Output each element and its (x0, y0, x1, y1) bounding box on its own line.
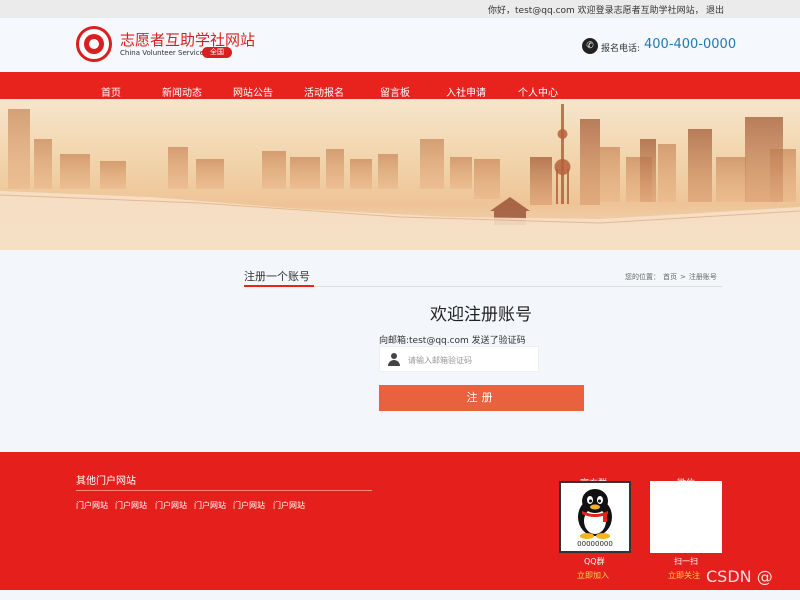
welcome-text: 你好，test@qq.com 欢迎登录志愿者互助学社网站， (488, 6, 704, 16)
breadcrumb: 您的位置： 首页 > 注册账号 (625, 272, 720, 282)
watermark-text: CSDN @ (706, 567, 773, 586)
qq-group-label: QQ群 (584, 557, 605, 566)
skyline-illustration (0, 104, 800, 250)
footer-link[interactable]: 门户网站 (76, 500, 108, 511)
section-title: 注册一个账号 (244, 270, 310, 283)
nav-item-message-board[interactable]: 留言板 (380, 84, 410, 99)
breadcrumb-prefix: 您的位置： (625, 273, 660, 281)
footer-link[interactable]: 门户网站 (194, 500, 226, 511)
nav-item-activity[interactable]: 活动报名 (304, 84, 344, 99)
qq-penguin-icon (578, 489, 612, 539)
follow-wechat-link[interactable]: 立即关注 (668, 570, 700, 581)
section-title-underline (244, 285, 314, 287)
qq-group-qrcode[interactable]: 00000000 (559, 481, 631, 553)
footer-link[interactable]: 门户网站 (233, 500, 265, 511)
phone-label: 报名电话: (601, 44, 641, 54)
breadcrumb-separator: > (680, 273, 686, 281)
phone-number: 400-400-0000 (644, 37, 737, 52)
footer-link[interactable]: 门户网站 (115, 500, 147, 511)
qq-group-number: 00000000 (577, 540, 613, 548)
verification-code-input[interactable] (408, 351, 536, 369)
wechat-label: 扫一扫 (674, 557, 698, 566)
nav-item-notice[interactable]: 网站公告 (233, 84, 273, 99)
site-subtitle: China Volunteer Service (120, 49, 204, 57)
breadcrumb-current: 注册账号 (688, 273, 717, 281)
verification-sent-message: 向邮箱:test@qq.com 发送了验证码 (379, 336, 526, 346)
site-badge: 全国 (202, 47, 232, 58)
breadcrumb-home[interactable]: 首页 (663, 273, 677, 281)
footer-link[interactable]: 门户网站 (155, 500, 187, 511)
user-icon (388, 353, 400, 366)
phone-icon: ✆ (582, 38, 598, 54)
nav-item-join[interactable]: 入社申请 (446, 84, 486, 99)
nav-item-news[interactable]: 新闻动态 (162, 84, 202, 99)
nav-item-profile[interactable]: 个人中心 (518, 84, 558, 99)
nav-item-home[interactable]: 首页 (101, 84, 121, 99)
footer-link[interactable]: 门户网站 (273, 500, 305, 511)
wechat-qrcode[interactable] (650, 481, 722, 553)
register-button[interactable]: 注册 (379, 385, 584, 411)
site-footer: 其他门户网站 门户网站 门户网站 门户网站 门户网站 门户网站 门户网站 官方群… (0, 452, 800, 600)
logout-link[interactable]: 退出 (706, 3, 724, 16)
verification-code-field (379, 346, 539, 372)
top-bar: 你好，test@qq.com 欢迎登录志愿者互助学社网站， 退出 (0, 0, 800, 18)
footer-portals-title: 其他门户网站 (76, 476, 136, 487)
city-banner-image (0, 99, 800, 250)
logo-emblem-icon[interactable] (76, 26, 112, 62)
main-nav: 首页 新闻动态 网站公告 活动报名 留言板 入社申请 个人中心 (0, 72, 800, 99)
form-heading: 欢迎注册账号 (430, 305, 532, 325)
site-header: 志愿者互助学社网站 China Volunteer Service 全国 ✆ 报… (0, 18, 800, 72)
footer-divider (76, 490, 372, 491)
bottom-strip (0, 590, 800, 600)
join-qq-link[interactable]: 立即加入 (577, 570, 609, 581)
site-title[interactable]: 志愿者互助学社网站 (120, 29, 255, 50)
section-divider (244, 286, 722, 287)
